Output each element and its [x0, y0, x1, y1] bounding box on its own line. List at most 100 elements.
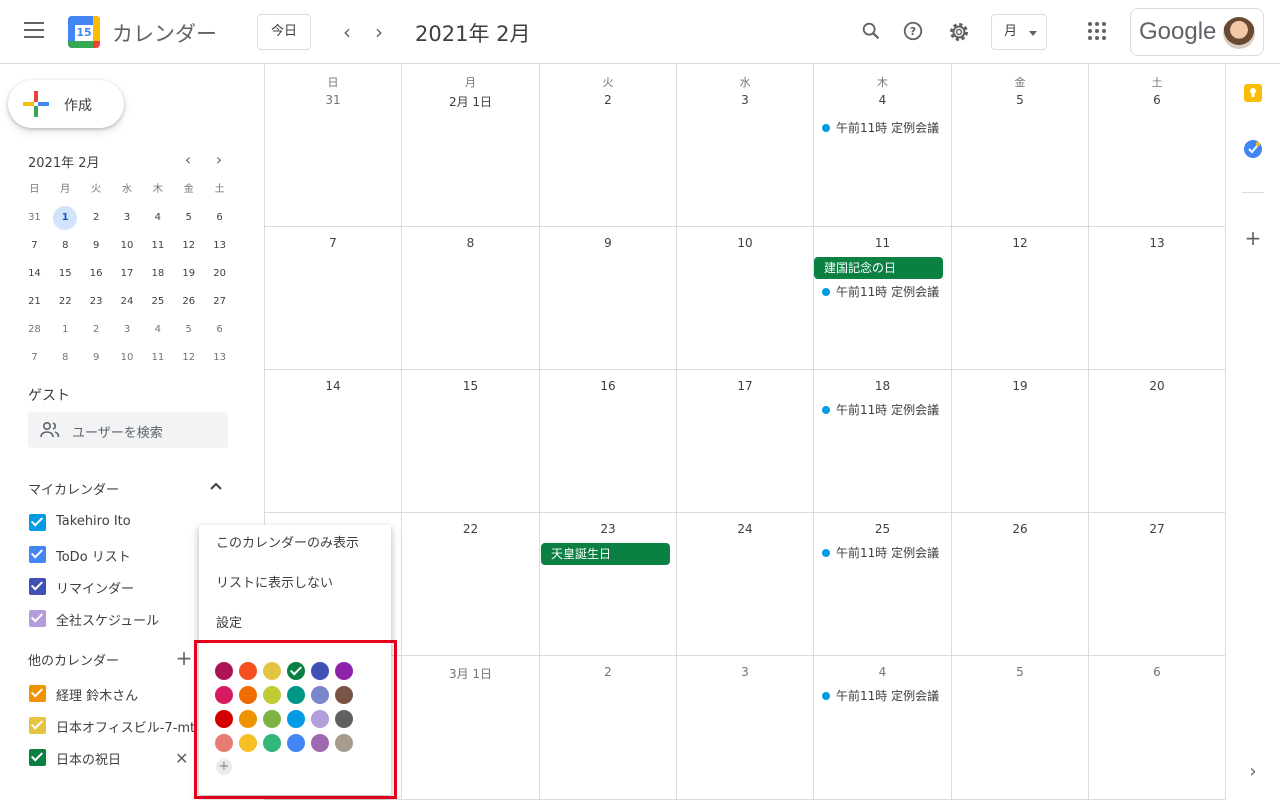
mini-day[interactable]: 13	[204, 344, 235, 372]
calendar-list-item[interactable]: リマインダー	[28, 574, 218, 598]
day-number[interactable]: 6	[1089, 665, 1225, 679]
color-swatch[interactable]	[263, 686, 281, 704]
close-icon[interactable]: ✕	[175, 749, 191, 768]
day-cell[interactable]: 26	[952, 513, 1089, 656]
day-number[interactable]: 17	[677, 379, 813, 393]
menu-item[interactable]: 設定	[199, 605, 391, 643]
color-swatch[interactable]	[287, 662, 305, 680]
mini-day[interactable]: 23	[81, 288, 112, 316]
calendar-list-item[interactable]: 全社スケジュール	[28, 606, 218, 630]
account-switcher[interactable]: Google	[1130, 8, 1264, 56]
keep-icon[interactable]	[1243, 83, 1263, 103]
calendar-list-item[interactable]: ToDo リスト	[28, 542, 218, 566]
day-number[interactable]: 7	[265, 236, 401, 250]
mini-day[interactable]: 6	[204, 316, 235, 344]
mini-next-month-button[interactable]: ›	[209, 150, 229, 169]
day-cell[interactable]: 5	[952, 656, 1089, 800]
menu-item[interactable]: このカレンダーのみ表示	[199, 525, 391, 563]
mini-day[interactable]: 18	[142, 260, 173, 288]
color-swatch[interactable]	[287, 710, 305, 728]
day-number[interactable]: 8	[402, 236, 539, 250]
color-swatch[interactable]	[311, 686, 329, 704]
day-cell[interactable]: 月 2月 1日	[402, 64, 540, 227]
add-custom-color-button[interactable]: +	[216, 759, 232, 775]
color-swatch[interactable]	[263, 662, 281, 680]
mini-day[interactable]: 9	[81, 232, 112, 260]
holiday-event[interactable]: 天皇誕生日	[541, 543, 670, 565]
day-cell[interactable]: 3	[677, 656, 814, 800]
day-cell[interactable]: 18 午前11時 定例会議	[814, 370, 952, 513]
mini-day[interactable]: 1	[50, 204, 81, 232]
color-swatch[interactable]	[287, 686, 305, 704]
calendar-checkbox[interactable]	[29, 685, 46, 702]
color-swatch[interactable]	[311, 710, 329, 728]
guest-search-input[interactable]: ユーザーを検索	[28, 412, 228, 448]
day-number[interactable]: 24	[677, 522, 813, 536]
color-swatch[interactable]	[263, 710, 281, 728]
day-cell[interactable]: 8	[402, 227, 540, 370]
day-number[interactable]: 2	[540, 93, 676, 107]
create-button[interactable]: 作成	[8, 80, 124, 128]
view-selector[interactable]: 月	[991, 14, 1047, 50]
mini-day[interactable]: 24	[112, 288, 143, 316]
day-number[interactable]: 20	[1089, 379, 1225, 393]
day-cell[interactable]: 17	[677, 370, 814, 513]
day-cell[interactable]: 6	[1089, 656, 1226, 800]
today-button[interactable]: 今日	[257, 14, 311, 50]
calendar-checkbox[interactable]	[29, 610, 46, 627]
day-cell[interactable]: 12	[952, 227, 1089, 370]
day-number[interactable]: 19	[952, 379, 1088, 393]
calendar-list-item[interactable]: 日本オフィスビル-7-mt	[28, 713, 218, 737]
mini-day[interactable]: 21	[19, 288, 50, 316]
color-swatch[interactable]	[215, 686, 233, 704]
mini-day[interactable]: 10	[112, 232, 143, 260]
mini-day[interactable]: 12	[173, 344, 204, 372]
mini-day[interactable]: 8	[50, 344, 81, 372]
mini-day[interactable]: 1	[50, 316, 81, 344]
add-addon-plus-icon[interactable]: +	[1243, 228, 1263, 248]
mini-day[interactable]: 5	[173, 316, 204, 344]
mini-day[interactable]: 31	[19, 204, 50, 232]
mini-day[interactable]: 7	[19, 344, 50, 372]
day-cell[interactable]: 9	[540, 227, 677, 370]
color-swatch[interactable]	[335, 662, 353, 680]
prev-month-button[interactable]: ‹	[335, 20, 359, 44]
mini-day[interactable]: 3	[112, 316, 143, 344]
menu-icon[interactable]	[24, 22, 46, 42]
day-number[interactable]: 13	[1089, 236, 1225, 250]
day-cell[interactable]: 4 午前11時 定例会議	[814, 656, 952, 800]
meeting-event[interactable]: 午前11時 定例会議	[822, 282, 950, 300]
day-number[interactable]: 3	[677, 665, 813, 679]
day-number[interactable]: 14	[265, 379, 401, 393]
mini-day[interactable]: 4	[142, 204, 173, 232]
day-cell[interactable]: 24	[677, 513, 814, 656]
day-cell[interactable]: 27	[1089, 513, 1226, 656]
settings-icon[interactable]	[947, 20, 971, 44]
day-number[interactable]: 5	[952, 93, 1088, 107]
mini-day[interactable]: 5	[173, 204, 204, 232]
day-number[interactable]: 3	[677, 93, 813, 107]
color-swatch[interactable]	[335, 686, 353, 704]
calendar-checkbox[interactable]	[29, 749, 46, 766]
color-swatch[interactable]	[287, 734, 305, 752]
day-cell[interactable]: 日 31	[265, 64, 402, 227]
calendar-checkbox[interactable]	[29, 578, 46, 595]
color-swatch[interactable]	[311, 734, 329, 752]
color-swatch[interactable]	[239, 734, 257, 752]
day-cell[interactable]: 15	[402, 370, 540, 513]
mini-day[interactable]: 7	[19, 232, 50, 260]
mini-day[interactable]: 20	[204, 260, 235, 288]
color-swatch[interactable]	[215, 710, 233, 728]
day-cell[interactable]: 木 4 午前11時 定例会議	[814, 64, 952, 227]
calendar-checkbox[interactable]	[29, 514, 46, 531]
color-swatch[interactable]	[311, 662, 329, 680]
day-cell[interactable]: 11 建国記念の日 午前11時 定例会議	[814, 227, 952, 370]
day-number[interactable]: 26	[952, 522, 1088, 536]
day-cell[interactable]: 20	[1089, 370, 1226, 513]
mini-day[interactable]: 3	[112, 204, 143, 232]
day-number[interactable]: 31	[265, 93, 401, 107]
day-number[interactable]: 11	[814, 236, 951, 250]
help-icon[interactable]: ?	[901, 20, 925, 44]
mini-prev-month-button[interactable]: ‹	[178, 150, 198, 169]
day-number[interactable]: 15	[402, 379, 539, 393]
